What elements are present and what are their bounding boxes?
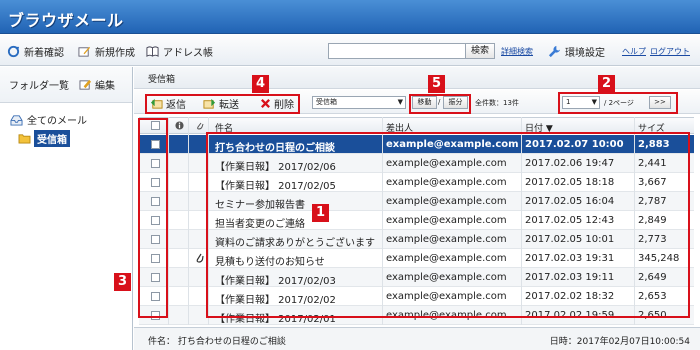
wrench-icon xyxy=(548,45,561,57)
address-book-label: アドレス帳 xyxy=(163,47,213,59)
inbox-label: 受信箱 xyxy=(34,130,70,147)
compose-button[interactable]: 新規作成 xyxy=(78,44,135,59)
book-icon xyxy=(146,45,159,57)
folder-list-title: フォルダ一覧 xyxy=(9,81,69,92)
compose-icon xyxy=(78,46,91,57)
all-mail-label: 全てのメール xyxy=(27,116,87,127)
search-input[interactable] xyxy=(328,43,466,59)
help-link[interactable]: ヘルプ xyxy=(622,46,646,57)
callout-badge-2: 2 xyxy=(598,75,615,93)
attachment-icon xyxy=(196,253,204,263)
callout-box-actions xyxy=(145,94,300,114)
logout-link[interactable]: ログアウト xyxy=(650,46,690,57)
check-mail-button[interactable]: 新着確認 xyxy=(7,44,64,59)
advanced-search-link[interactable]: 詳細検索 xyxy=(501,46,533,57)
edit-label: 編集 xyxy=(95,81,115,92)
sidebar-item-all-mail[interactable]: 全てのメール xyxy=(10,112,87,127)
folder-title: 受信箱 xyxy=(148,75,176,85)
chevron-down-icon: ▼ xyxy=(397,98,403,106)
pencil-icon xyxy=(79,79,92,90)
preview-subject: 件名： 打ち合わせの日程のご相談 xyxy=(148,337,286,347)
compose-label: 新規作成 xyxy=(95,47,135,59)
callout-box-move-sort xyxy=(409,94,471,114)
move-folder-select[interactable]: 受信箱 ▼ xyxy=(312,96,406,109)
settings-label: 環境設定 xyxy=(565,47,605,59)
total-count: 全件数：13件 xyxy=(475,99,519,107)
callout-badge-3: 3 xyxy=(114,273,131,291)
preview-datetime: 日時：2017年02月07日10:00:54 xyxy=(549,337,690,347)
callout-badge-1: 1 xyxy=(312,204,329,222)
settings-button[interactable]: 環境設定 xyxy=(548,44,605,59)
inbox-tray-icon xyxy=(10,114,23,126)
preview-footer: 件名： 打ち合わせの日程のご相談 日時：2017年02月07日10:00:54 xyxy=(134,327,700,350)
sidebar-header: フォルダ一覧 編集 xyxy=(0,67,132,103)
folder-icon xyxy=(18,134,31,144)
callout-badge-4: 4 xyxy=(252,75,269,93)
paperclip-icon xyxy=(197,122,204,130)
address-book-button[interactable]: アドレス帳 xyxy=(146,44,213,59)
sidebar-item-inbox[interactable]: 受信箱 xyxy=(18,130,70,147)
refresh-icon xyxy=(7,45,20,57)
title-bar: ブラウザメール xyxy=(0,0,700,34)
main-toolbar: 新着確認 新規作成 アドレス帳 検索 詳細検索 環境設定 ヘルプ ログアウト xyxy=(0,35,700,66)
edit-folders-button[interactable]: 編集 xyxy=(79,77,115,92)
callout-box-pagination xyxy=(558,92,678,114)
check-mail-label: 新着確認 xyxy=(24,47,64,59)
search-button[interactable]: 検索 xyxy=(465,43,495,59)
app-title: ブラウザメール xyxy=(8,11,124,30)
callout-box-checkboxes xyxy=(138,118,168,318)
info-icon xyxy=(175,121,184,130)
folder-header: 受信箱 xyxy=(134,67,700,89)
move-folder-value: 受信箱 xyxy=(316,98,337,106)
callout-badge-5: 5 xyxy=(428,75,445,93)
folder-sidebar: フォルダ一覧 編集 全てのメール 受信箱 xyxy=(0,67,133,350)
callout-box-message-list xyxy=(206,132,690,318)
